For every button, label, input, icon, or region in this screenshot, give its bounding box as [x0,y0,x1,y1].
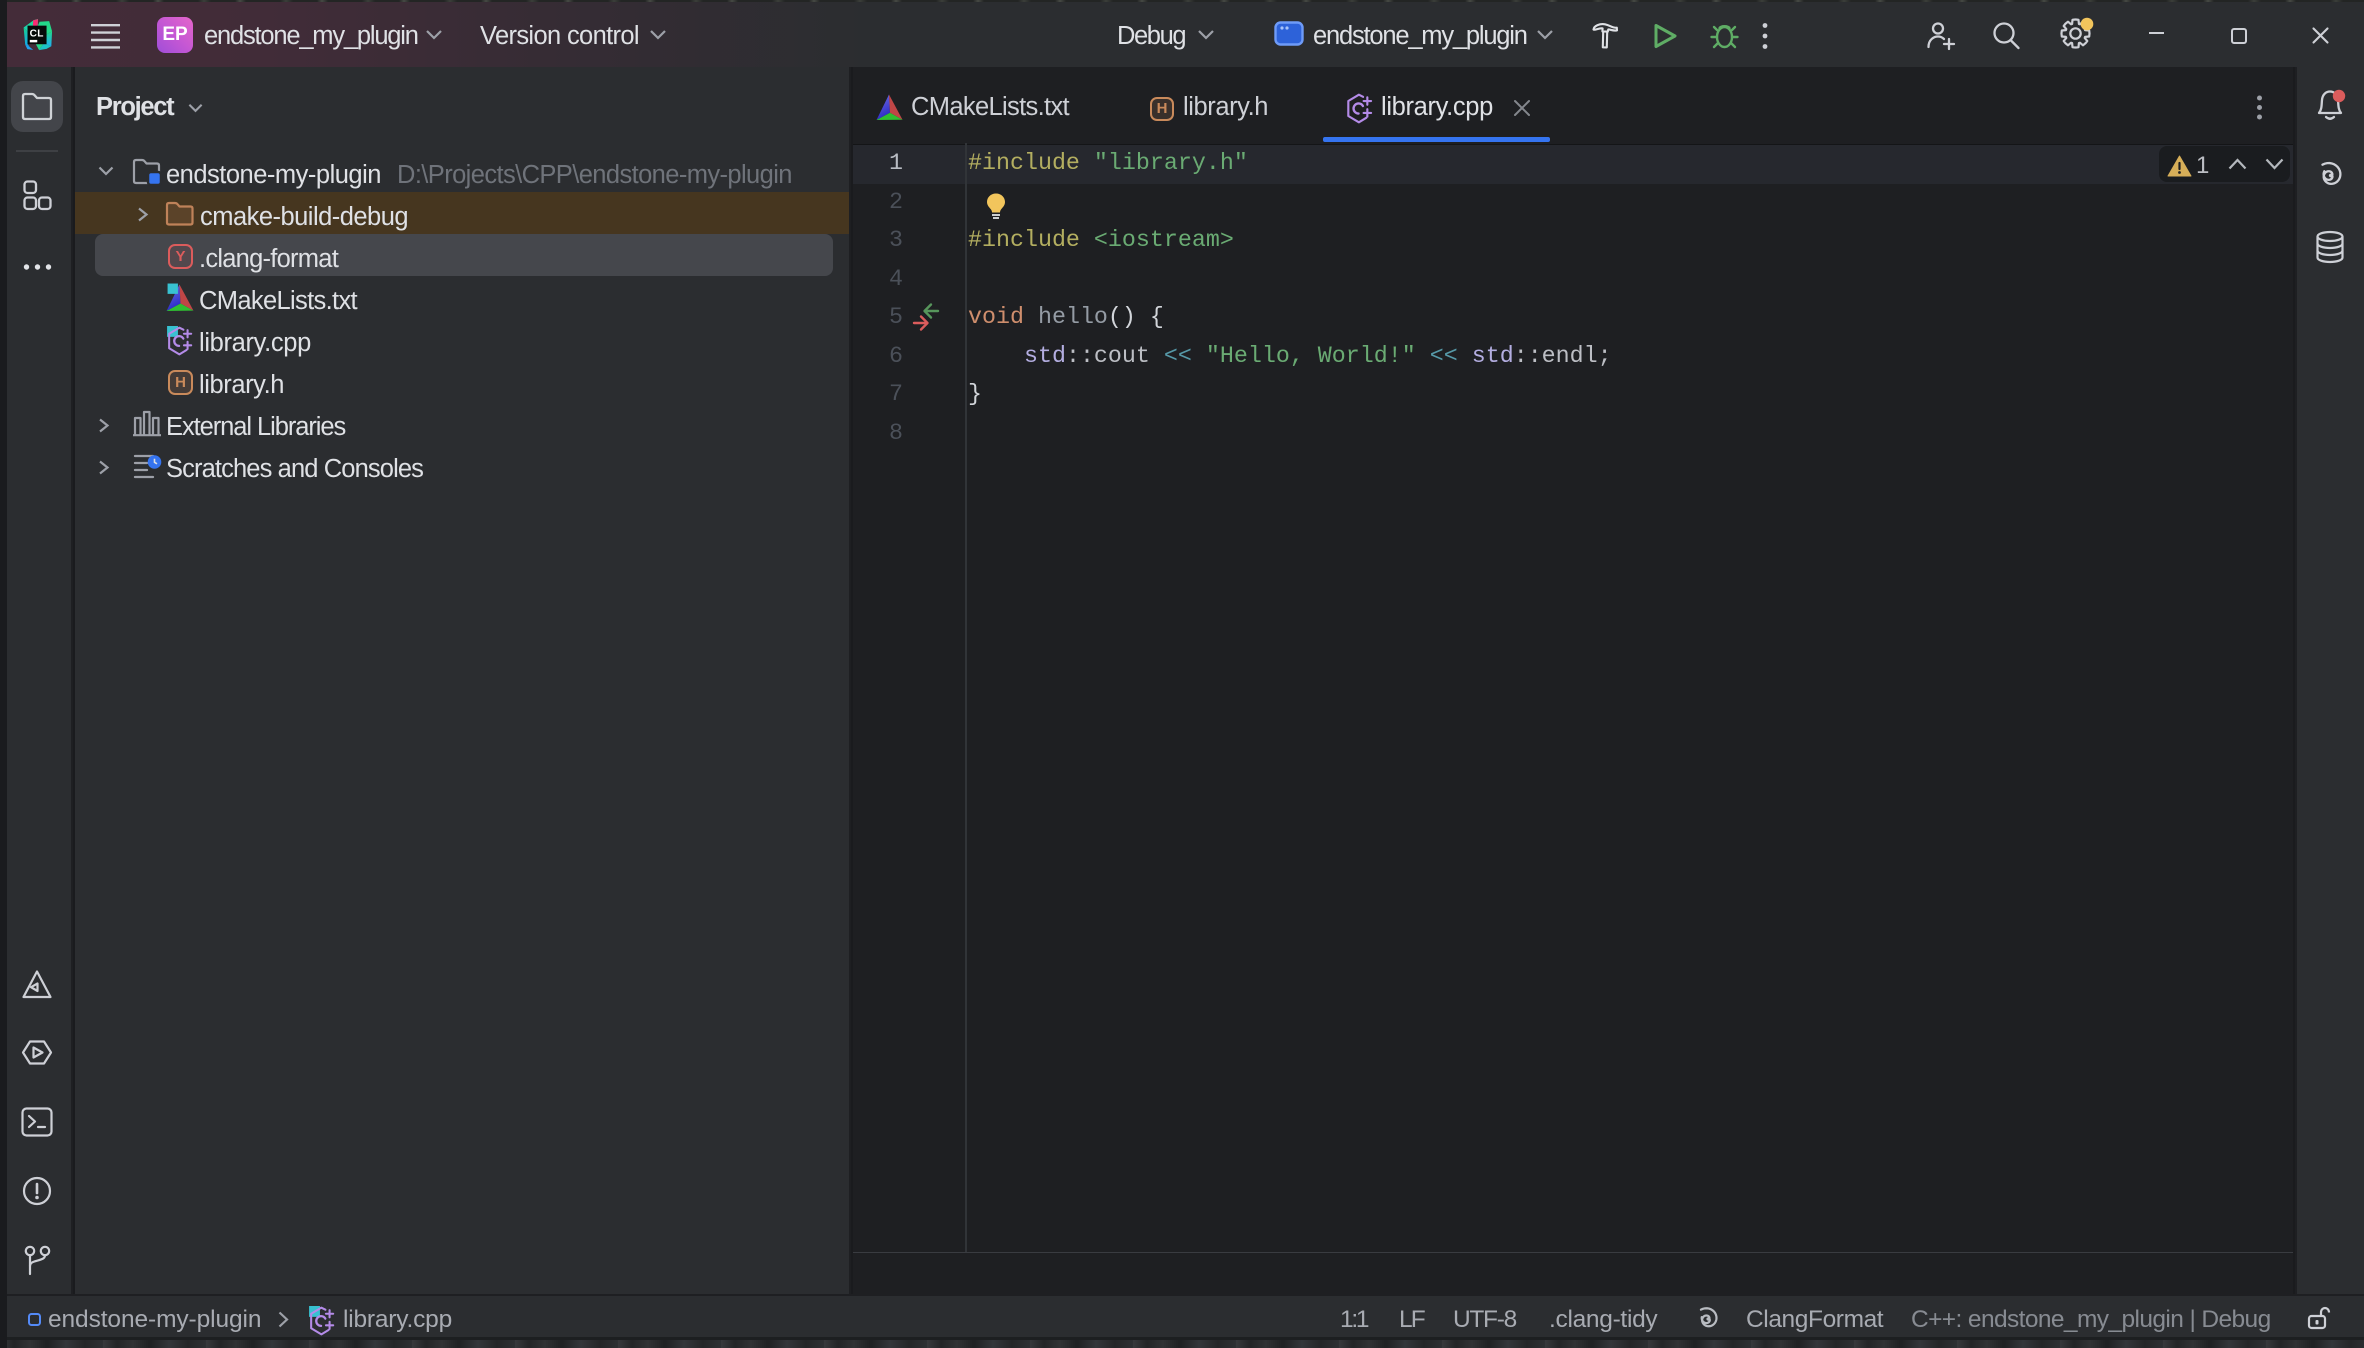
svg-text:CL: CL [30,28,44,39]
